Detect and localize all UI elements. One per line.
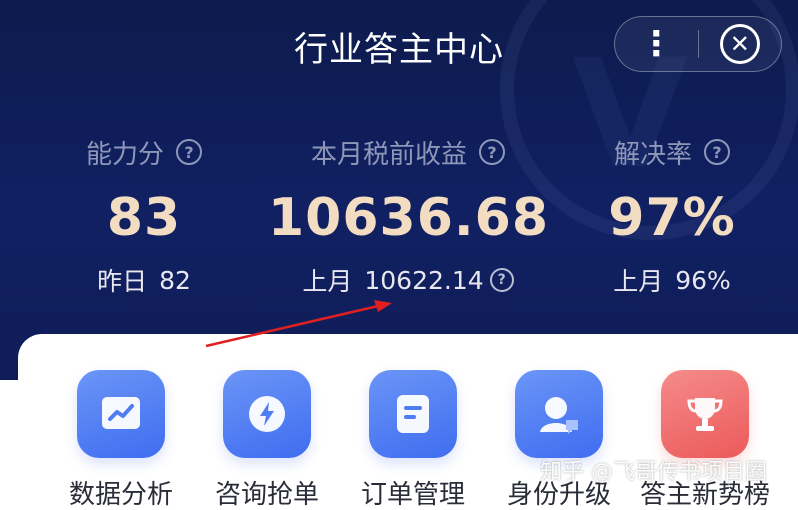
watermark-text: 知乎 @飞哥传书项目圈 xyxy=(540,460,767,485)
annotation-arrow xyxy=(205,300,392,348)
